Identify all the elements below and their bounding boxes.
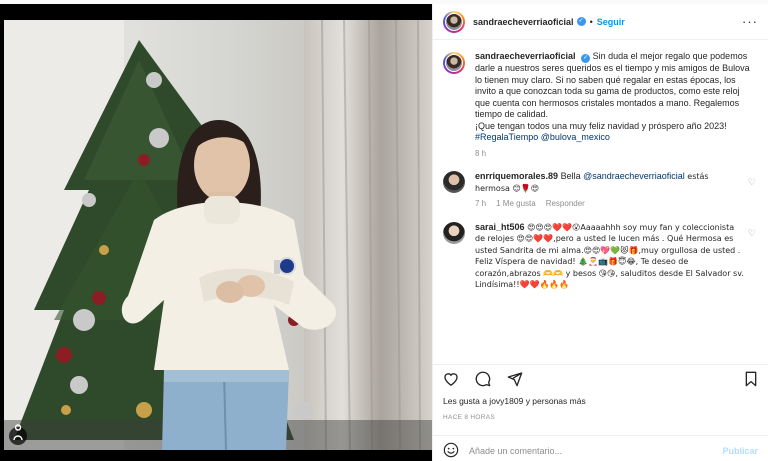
add-comment-bar: Publicar bbox=[433, 435, 768, 461]
heart-icon[interactable] bbox=[443, 371, 459, 386]
comments-list[interactable]: sandraecheverriaoficial ✓ Sin duda el me… bbox=[433, 41, 768, 353]
caption-mention[interactable]: @bulova_mexico bbox=[541, 132, 610, 142]
comment-text-prefix: Bella bbox=[560, 171, 581, 181]
author-username[interactable]: sandraecheverriaoficial bbox=[473, 17, 574, 27]
comment-username[interactable]: enrriquemorales.89 bbox=[475, 171, 558, 181]
caption-row: sandraecheverriaoficial ✓ Sin duda el me… bbox=[443, 51, 756, 159]
page: sandraecheverriaoficial ✓ • Seguir ··· s… bbox=[0, 0, 768, 461]
comment-like-heart-icon[interactable]: ♡ bbox=[744, 171, 756, 188]
post-timestamp: HACE 8 HORAS bbox=[443, 414, 496, 421]
follow-button[interactable]: Seguir bbox=[597, 17, 625, 27]
caption-text-2: ¡Que tengan todos una muy feliz navidad … bbox=[475, 120, 727, 131]
post-actions bbox=[433, 364, 768, 392]
caption-username[interactable]: sandraecheverriaoficial bbox=[475, 51, 576, 61]
comment-text-block: sarai_ht506 😍😍😍❤️❤️😮Aaaaahhh soy muy fan… bbox=[475, 222, 744, 291]
post-modal: sandraecheverriaoficial ✓ • Seguir ··· s… bbox=[0, 4, 768, 461]
comment-input[interactable] bbox=[469, 445, 723, 456]
commenter-avatar[interactable] bbox=[443, 171, 465, 193]
verified-badge-icon: ✓ bbox=[576, 17, 586, 26]
comment-row: enrriquemorales.89 Bella @sandraecheverr… bbox=[443, 171, 756, 210]
reply-button[interactable]: Responder bbox=[546, 198, 585, 210]
commenter-avatar[interactable] bbox=[443, 221, 465, 244]
more-options-icon[interactable]: ··· bbox=[742, 14, 758, 29]
post-header: sandraecheverriaoficial ✓ • Seguir ··· bbox=[433, 4, 768, 40]
post-media[interactable] bbox=[0, 4, 432, 461]
comment-row: sarai_ht506 😍😍😍❤️❤️😮Aaaaahhh soy muy fan… bbox=[443, 221, 756, 291]
caption-text-block: sandraecheverriaoficial ✓ Sin duda el me… bbox=[475, 51, 756, 159]
caption-hashtag[interactable]: #RegalaTiempo bbox=[475, 132, 538, 142]
post-image[interactable] bbox=[4, 20, 432, 450]
header-separator: • bbox=[589, 16, 593, 27]
likes-summary[interactable]: Les gusta a jovy1809 y personas más bbox=[443, 396, 586, 406]
comment-username[interactable]: sarai_ht506 bbox=[475, 222, 525, 232]
comment-likes[interactable]: 1 Me gusta bbox=[496, 198, 536, 210]
publish-button[interactable]: Publicar bbox=[722, 446, 758, 456]
comment-text-block: enrriquemorales.89 Bella @sandraecheverr… bbox=[475, 171, 744, 210]
post-panel: sandraecheverriaoficial ✓ • Seguir ··· s… bbox=[432, 4, 768, 461]
emoji-icon[interactable] bbox=[443, 442, 459, 460]
post-photo-illustration bbox=[4, 20, 432, 450]
bookmark-icon[interactable] bbox=[744, 371, 758, 387]
author-avatar[interactable] bbox=[443, 10, 465, 33]
comment-like-heart-icon[interactable]: ♡ bbox=[744, 222, 756, 239]
caption-age: 8 h bbox=[475, 148, 487, 158]
comment-meta: 7 h 1 Me gusta Responder bbox=[475, 198, 744, 210]
caption-meta: 8 h bbox=[475, 148, 756, 160]
caption-text: Sin duda el mejor regalo que podemos dar… bbox=[475, 51, 750, 119]
caption-author-avatar[interactable] bbox=[443, 52, 465, 74]
share-icon[interactable] bbox=[507, 371, 523, 387]
comment-text: 😍😍😍❤️❤️😮Aaaaahhh soy muy fan y coleccion… bbox=[475, 222, 744, 290]
comment-age: 7 h bbox=[475, 199, 487, 208]
comment-mention[interactable]: @sandraecheverriaoficial bbox=[583, 171, 685, 181]
verified-badge-icon: ✓ bbox=[581, 54, 591, 63]
comment-icon[interactable] bbox=[475, 371, 491, 387]
